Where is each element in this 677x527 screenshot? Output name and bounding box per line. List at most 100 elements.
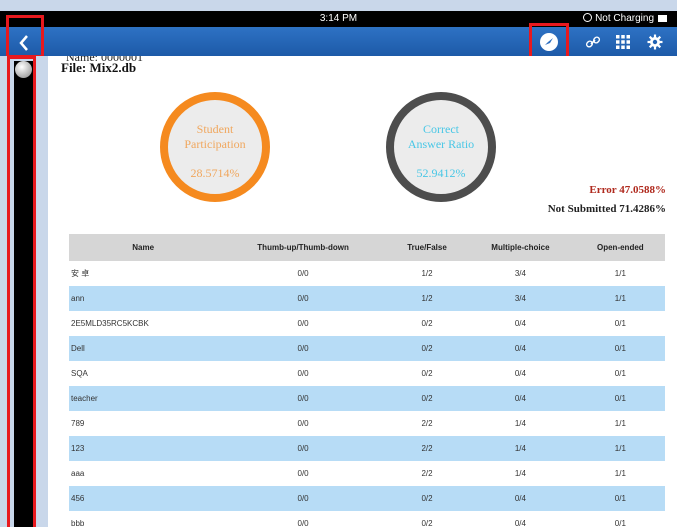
cell-truefalse: 2/2 — [388, 436, 466, 461]
cell-name: 456 — [69, 486, 218, 511]
table-row[interactable]: aaa 0/0 2/2 1/4 1/1 — [69, 461, 665, 486]
table-row[interactable]: Dell 0/0 0/2 0/4 0/1 — [69, 336, 665, 361]
cell-thumb: 0/0 — [297, 319, 309, 328]
check-button[interactable] — [534, 27, 564, 56]
cell-name: SQA — [71, 369, 88, 378]
battery-icon — [658, 15, 667, 22]
table-row[interactable]: bbb 0/0 0/2 0/4 0/1 — [69, 511, 665, 527]
cell-thumb: 0/0 — [217, 486, 389, 511]
cell-name: aaa — [71, 469, 85, 478]
back-button[interactable] — [6, 15, 44, 58]
status-time: 3:14 PM — [319, 13, 358, 24]
cell-truefalse: 0/2 — [421, 319, 433, 328]
cell-thumb: 0/0 — [297, 469, 309, 478]
error-rate: Error 47.0588% — [589, 184, 666, 196]
col-multiple: Multiple-choice — [465, 234, 576, 261]
cell-name: ann — [69, 286, 218, 311]
correct-label-2: Answer Ratio — [407, 137, 475, 151]
cell-multiple: 0/4 — [465, 386, 576, 411]
cell-open: 1/1 — [575, 436, 665, 461]
cell-multiple: 1/4 — [465, 436, 576, 461]
scroll-knob[interactable] — [15, 61, 32, 78]
cell-open: 0/1 — [614, 519, 626, 527]
cell-thumb: 0/0 — [297, 269, 309, 278]
col-open: Open-ended — [575, 234, 665, 261]
charge-icon — [583, 13, 593, 22]
correct-ratio-gauge: Correct Answer Ratio 52.9412% — [386, 92, 496, 202]
cell-multiple: 0/4 — [465, 336, 576, 361]
checkmark-circle-icon — [540, 32, 558, 51]
cell-multiple: 0/4 — [514, 519, 526, 527]
sidebar-scroller[interactable] — [7, 56, 36, 527]
cell-multiple: 3/4 — [514, 269, 526, 278]
table-header-row: Name Thumb-up/Thumb-down True/False Mult… — [69, 234, 665, 261]
link-button[interactable] — [578, 27, 608, 56]
chevron-left-icon — [19, 35, 28, 51]
file-line: File: Mix2.db — [61, 60, 137, 75]
cell-name: 2E5MLD35RC5KCBK — [71, 319, 149, 328]
cell-thumb: 0/0 — [217, 386, 389, 411]
table-row[interactable]: 123 0/0 2/2 1/4 1/1 — [69, 436, 665, 461]
cell-open: 1/1 — [575, 286, 665, 311]
participation-gauge: Student Participation 28.5714% — [160, 92, 270, 202]
nav-bar — [0, 15, 677, 60]
cell-truefalse: 0/2 — [388, 486, 466, 511]
cell-multiple: 1/4 — [514, 419, 526, 428]
correct-value: 52.9412% — [416, 166, 466, 180]
settings-button[interactable] — [640, 27, 670, 56]
cell-open: 1/1 — [614, 419, 626, 428]
cell-thumb: 0/0 — [217, 286, 389, 311]
cell-truefalse: 0/2 — [421, 519, 433, 527]
participation-label-2: Participation — [184, 137, 246, 151]
col-name: Name — [69, 234, 218, 261]
cell-thumb: 0/0 — [297, 519, 309, 527]
table-row[interactable]: ann 0/0 1/2 3/4 1/1 — [69, 286, 665, 311]
cell-multiple: 1/4 — [514, 469, 526, 478]
participation-label-1: Student — [196, 122, 234, 136]
table-row[interactable]: 789 0/0 2/2 1/4 1/1 — [69, 411, 665, 436]
cell-truefalse: 2/2 — [421, 419, 433, 428]
report-content: Name: 0000001 File: Mix2.db Student Part… — [48, 56, 677, 527]
grid-button[interactable] — [608, 27, 638, 56]
cell-thumb: 0/0 — [297, 369, 309, 378]
cell-truefalse: 1/2 — [421, 269, 433, 278]
cell-multiple: 3/4 — [465, 286, 576, 311]
table-row[interactable]: SQA 0/0 0/2 0/4 0/1 — [69, 361, 665, 386]
cell-open: 0/1 — [614, 319, 626, 328]
grid-icon — [616, 34, 630, 49]
cell-open: 0/1 — [575, 486, 665, 511]
cell-name: teacher — [69, 386, 218, 411]
cell-name: 123 — [69, 436, 218, 461]
cell-open: 0/1 — [575, 386, 665, 411]
cell-truefalse: 1/2 — [388, 286, 466, 311]
cell-multiple: 0/4 — [514, 369, 526, 378]
cell-thumb: 0/0 — [217, 436, 389, 461]
table-row[interactable]: teacher 0/0 0/2 0/4 0/1 — [69, 386, 665, 411]
status-bar: 3:14 PM Not Charging — [0, 11, 677, 27]
table-body: 安 卓 0/0 1/2 3/4 1/1 ann 0/0 1/2 3/4 1/1 2E5MLD35RC… — [69, 261, 665, 527]
charging-text: Not Charging — [595, 13, 654, 24]
gear-icon — [647, 34, 663, 49]
cell-truefalse: 2/2 — [421, 469, 433, 478]
cell-multiple: 0/4 — [465, 486, 576, 511]
not-submitted-rate: Not Submitted 71.4286% — [547, 203, 666, 215]
table-row[interactable]: 456 0/0 0/2 0/4 0/1 — [69, 486, 665, 511]
col-thumb: Thumb-up/Thumb-down — [217, 234, 389, 261]
table-row[interactable]: 2E5MLD35RC5KCBK 0/0 0/2 0/4 0/1 — [69, 311, 665, 336]
col-truefalse: True/False — [388, 234, 466, 261]
results-table: Name Thumb-up/Thumb-down True/False Mult… — [69, 234, 665, 527]
cell-name: 789 — [71, 419, 85, 428]
cell-name: Dell — [69, 336, 218, 361]
cell-name: bbb — [71, 519, 85, 527]
cell-open: 1/1 — [614, 269, 626, 278]
table-row[interactable]: 安 卓 0/0 1/2 3/4 1/1 — [69, 261, 665, 286]
cell-truefalse: 0/2 — [388, 386, 466, 411]
cell-thumb: 0/0 — [297, 419, 309, 428]
cell-open: 1/1 — [614, 469, 626, 478]
cell-truefalse: 0/2 — [421, 369, 433, 378]
scroll-track[interactable] — [14, 61, 33, 527]
cell-multiple: 0/4 — [514, 319, 526, 328]
cell-open: 0/1 — [614, 369, 626, 378]
correct-label-1: Correct — [423, 122, 459, 136]
participation-value: 28.5714% — [190, 166, 240, 180]
